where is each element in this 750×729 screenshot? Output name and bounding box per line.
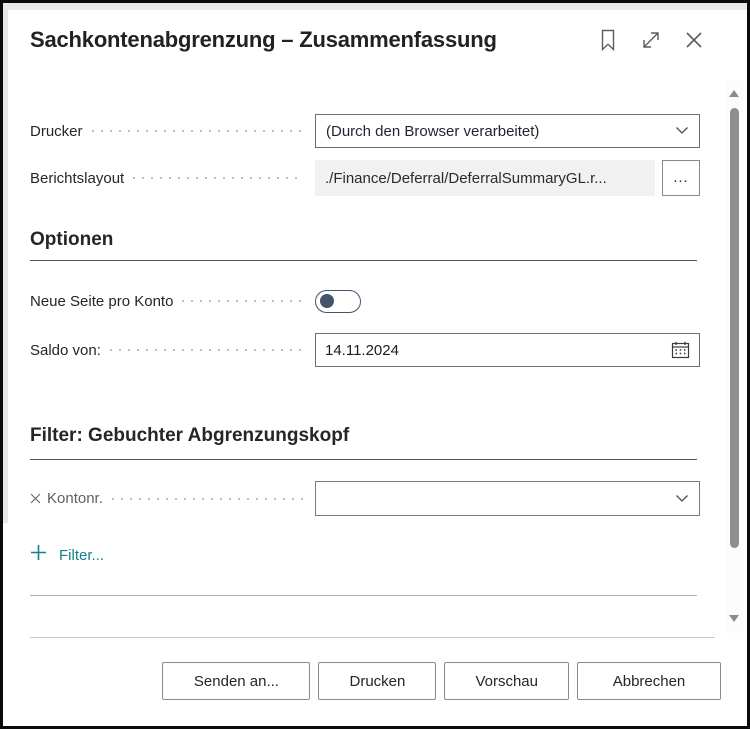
scroll-up-arrow-icon[interactable] bbox=[729, 90, 739, 97]
dotted-leader bbox=[111, 497, 303, 500]
filter-value-combobox bbox=[315, 481, 700, 516]
printer-select-value: (Durch den Browser verarbeitet) bbox=[326, 122, 540, 140]
filter-field-label: Kontonr. bbox=[47, 490, 103, 507]
expand-icon[interactable] bbox=[638, 27, 664, 53]
report-layout-value: ./Finance/Deferral/DeferralSummaryGL.r..… bbox=[315, 160, 655, 196]
dialog-footer: Senden an... Drucken Vorschau Abbrechen bbox=[3, 662, 747, 700]
scroll-down-arrow-icon[interactable] bbox=[729, 615, 739, 622]
balance-as-of-row: Saldo von: bbox=[30, 333, 700, 367]
filter-value-input[interactable] bbox=[326, 490, 669, 507]
preview-button[interactable]: Vorschau bbox=[444, 662, 569, 700]
printer-select[interactable]: (Durch den Browser verarbeitet) bbox=[315, 114, 700, 148]
toggle-knob bbox=[320, 293, 334, 308]
options-section-heading: Optionen bbox=[30, 228, 697, 261]
dotted-leader bbox=[182, 300, 303, 302]
scrollbar-thumb[interactable] bbox=[730, 108, 739, 548]
report-layout-label: Berichtslayout bbox=[30, 169, 125, 187]
cancel-button[interactable]: Abbrechen bbox=[577, 662, 721, 700]
balance-as-of-label: Saldo von: bbox=[30, 341, 101, 359]
close-icon[interactable] bbox=[681, 27, 707, 53]
new-page-per-account-toggle[interactable] bbox=[315, 289, 361, 313]
window-shadow-top bbox=[3, 3, 747, 10]
chevron-down-icon bbox=[675, 122, 689, 140]
add-filter-label: Filter... bbox=[59, 546, 105, 564]
report-request-dialog: Sachkontenabgrenzung – Zusammenfassung D… bbox=[0, 0, 750, 729]
filter-section-heading: Filter: Gebuchter Abgrenzungskopf bbox=[30, 424, 697, 460]
dialog-body: Drucker (Durch den Browser verarbeitet) … bbox=[3, 114, 747, 638]
bookmark-icon[interactable] bbox=[595, 27, 621, 53]
dotted-leader bbox=[109, 349, 303, 351]
balance-as-of-input[interactable] bbox=[325, 341, 665, 359]
remove-filter-icon[interactable] bbox=[30, 493, 41, 504]
window-shadow-left bbox=[3, 3, 8, 523]
printer-label: Drucker bbox=[30, 122, 83, 140]
add-filter-button[interactable]: Filter... bbox=[30, 544, 104, 566]
new-page-per-account-row: Neue Seite pro Konto bbox=[30, 289, 697, 313]
dotted-leader bbox=[91, 130, 303, 132]
chevron-down-icon[interactable] bbox=[675, 490, 689, 508]
new-page-per-account-label: Neue Seite pro Konto bbox=[30, 292, 174, 310]
print-button[interactable]: Drucken bbox=[318, 662, 437, 700]
send-to-button[interactable]: Senden an... bbox=[162, 662, 311, 700]
filter-row-kontonr: Kontonr. bbox=[30, 481, 700, 516]
report-layout-row: Berichtslayout ./Finance/Deferral/Deferr… bbox=[30, 160, 700, 196]
content-divider bbox=[30, 637, 715, 638]
printer-row: Drucker (Durch den Browser verarbeitet) bbox=[30, 114, 700, 148]
page-title: Sachkontenabgrenzung – Zusammenfassung bbox=[30, 27, 497, 52]
vertical-scrollbar[interactable] bbox=[726, 81, 743, 633]
section-divider bbox=[30, 595, 697, 596]
calendar-icon[interactable] bbox=[671, 341, 690, 359]
header-icons bbox=[595, 27, 707, 53]
report-layout-browse-button[interactable]: … bbox=[662, 160, 700, 196]
dotted-leader bbox=[133, 177, 303, 179]
balance-as-of-field bbox=[315, 333, 700, 367]
dialog-header: Sachkontenabgrenzung – Zusammenfassung bbox=[30, 24, 707, 56]
plus-icon bbox=[30, 544, 47, 566]
